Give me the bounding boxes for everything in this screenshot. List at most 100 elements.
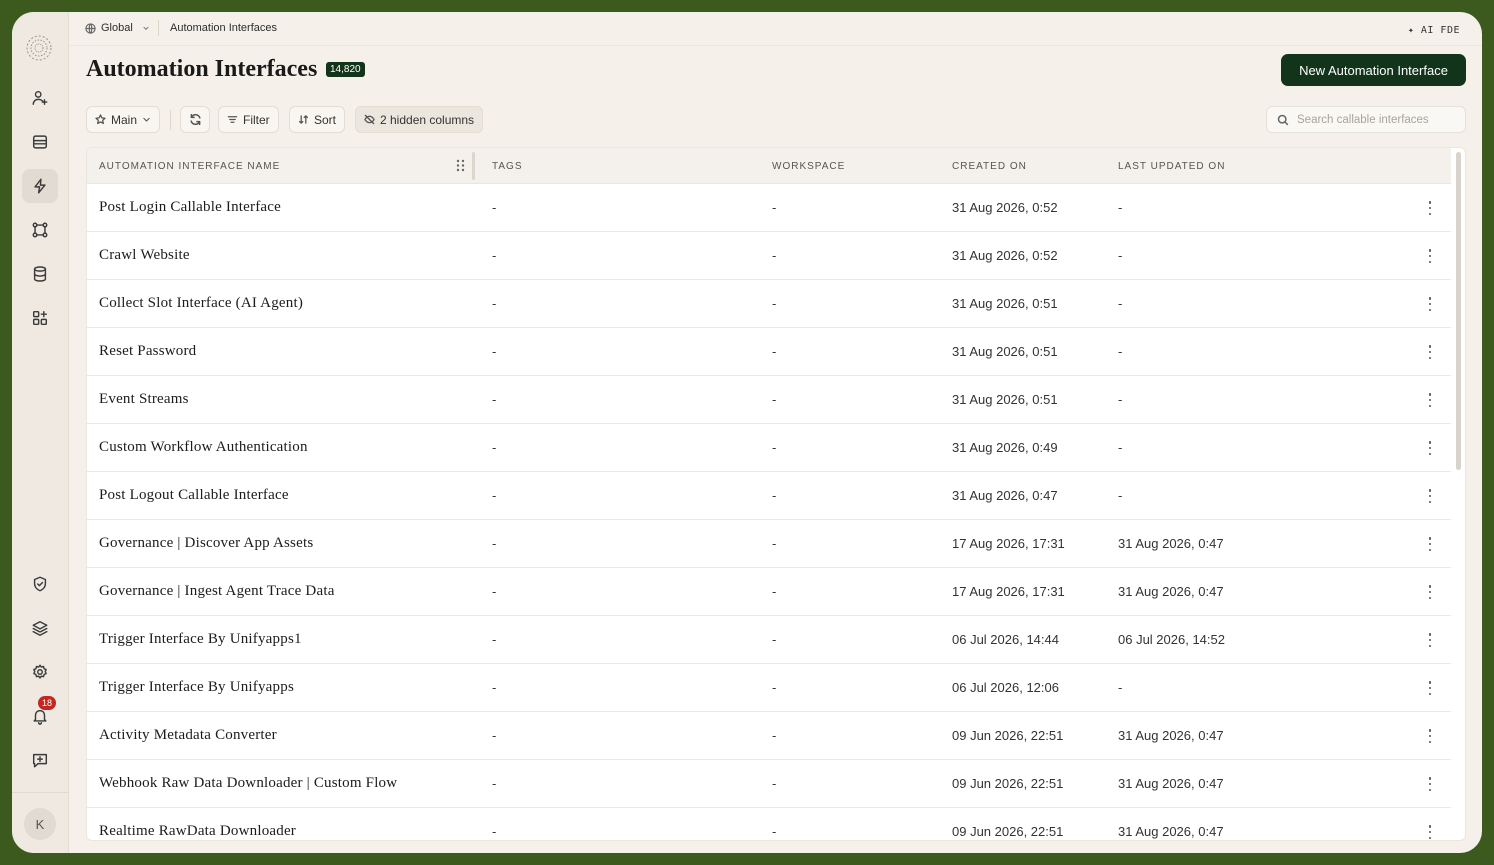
more-options-icon[interactable] — [1423, 681, 1437, 695]
feedback-icon — [32, 753, 48, 768]
row-created-on: 31 Aug 2026, 0:51 — [952, 392, 1058, 407]
avatar[interactable]: K — [24, 808, 56, 840]
scope-selector[interactable]: Global — [85, 22, 150, 34]
refresh-button[interactable] — [180, 106, 210, 133]
row-name[interactable]: Trigger Interface By Unifyapps1 — [99, 631, 302, 648]
layers-icon — [32, 620, 48, 636]
row-tags: - — [492, 632, 497, 647]
column-resize-handle[interactable] — [472, 152, 475, 180]
table-row[interactable]: Activity Metadata Converter - - 09 Jun 2026… — [87, 712, 1451, 760]
table-scrollbar[interactable] — [1456, 152, 1461, 470]
table-row[interactable]: Event Streams - - 31 Aug 2026, 0:51 - — [87, 376, 1451, 424]
row-workspace: - — [772, 632, 777, 647]
table-row[interactable]: Governance | Discover App Assets - - 17 Aug… — [87, 520, 1451, 568]
more-options-icon[interactable] — [1423, 633, 1437, 647]
more-options-icon[interactable] — [1423, 537, 1437, 551]
table-row[interactable]: Realtime RawData Downloader - - 09 Jun 2026… — [87, 808, 1451, 840]
row-name[interactable]: Post Login Callable Interface — [99, 199, 281, 216]
more-options-icon[interactable] — [1423, 201, 1437, 215]
sidebar-item-data[interactable] — [22, 257, 58, 291]
new-automation-interface-button[interactable]: New Automation Interface — [1281, 54, 1466, 86]
column-header-tags[interactable]: TAGS — [492, 161, 522, 172]
column-header-name[interactable]: AUTOMATION INTERFACE NAME — [99, 161, 280, 172]
row-tags: - — [492, 584, 497, 599]
table-body: Post Login Callable Interface - - 31 Aug 20… — [87, 184, 1451, 840]
eye-off-icon — [364, 114, 375, 125]
search-field[interactable] — [1266, 106, 1466, 133]
row-name[interactable]: Reset Password — [99, 343, 196, 360]
row-name[interactable]: Activity Metadata Converter — [99, 727, 277, 744]
column-header-last-updated-on[interactable]: LAST UPDATED ON — [1118, 161, 1225, 172]
row-name[interactable]: Webhook Raw Data Downloader | Custom Flo… — [99, 775, 397, 792]
table-row[interactable]: Post Logout Callable Interface - - 31 Aug 2… — [87, 472, 1451, 520]
hidden-columns-button[interactable]: 2 hidden columns — [355, 106, 484, 133]
row-name[interactable]: Post Logout Callable Interface — [99, 487, 289, 504]
sidebar-item-settings[interactable] — [22, 655, 58, 689]
more-options-icon[interactable] — [1423, 249, 1437, 263]
scope-label: Global — [101, 22, 133, 34]
row-workspace: - — [772, 584, 777, 599]
more-options-icon[interactable] — [1423, 777, 1437, 791]
more-options-icon[interactable] — [1423, 345, 1437, 359]
logo-icon[interactable] — [23, 32, 55, 64]
row-tags: - — [492, 536, 497, 551]
table-row[interactable]: Governance | Ingest Agent Trace Data - - 17… — [87, 568, 1451, 616]
table-row[interactable]: Crawl Website - - 31 Aug 2026, 0:52 - — [87, 232, 1451, 280]
sidebar-item-apps[interactable] — [22, 301, 58, 335]
sidebar-item-inbox[interactable] — [22, 125, 58, 159]
count-badge: 14,820 — [326, 62, 365, 77]
more-options-icon[interactable] — [1423, 441, 1437, 455]
row-name[interactable]: Realtime RawData Downloader — [99, 823, 296, 840]
row-created-on: 31 Aug 2026, 0:51 — [952, 296, 1058, 311]
row-name[interactable]: Custom Workflow Authentication — [99, 439, 308, 456]
row-tags: - — [492, 296, 497, 311]
table-row[interactable]: Webhook Raw Data Downloader | Custom Flo… — [87, 760, 1451, 808]
table-row[interactable]: Collect Slot Interface (AI Agent) - - 31 Au… — [87, 280, 1451, 328]
row-name[interactable]: Governance | Ingest Agent Trace Data — [99, 583, 335, 600]
table-row[interactable]: Trigger Interface By Unifyapps1 - - 06 Jul … — [87, 616, 1451, 664]
column-header-created-on[interactable]: CREATED ON — [952, 161, 1027, 172]
more-options-icon[interactable] — [1423, 393, 1437, 407]
row-last-updated-on: - — [1118, 344, 1123, 359]
filter-label: Filter — [243, 112, 270, 127]
row-name[interactable]: Trigger Interface By Unifyapps — [99, 679, 294, 696]
table-row[interactable]: Reset Password - - 31 Aug 2026, 0:51 - — [87, 328, 1451, 376]
more-options-icon[interactable] — [1423, 297, 1437, 311]
more-options-icon[interactable] — [1423, 489, 1437, 503]
view-selector[interactable]: Main — [86, 106, 161, 133]
sidebar-item-automation[interactable] — [22, 169, 58, 203]
table-row[interactable]: Post Login Callable Interface - - 31 Aug 20… — [87, 184, 1451, 232]
row-name[interactable]: Collect Slot Interface (AI Agent) — [99, 295, 303, 312]
more-options-icon[interactable] — [1423, 585, 1437, 599]
drag-handle-icon[interactable] — [456, 159, 465, 172]
ai-fde-button[interactable]: ✦ AI FDE — [1408, 25, 1460, 36]
gear-icon — [33, 664, 47, 679]
row-name[interactable]: Governance | Discover App Assets — [99, 535, 313, 552]
filter-button[interactable]: Filter — [218, 106, 279, 133]
more-options-icon[interactable] — [1423, 825, 1437, 839]
row-workspace: - — [772, 728, 777, 743]
topbar: Global Automation Interfaces ✦ AI FDE — [69, 12, 1482, 46]
table-row[interactable]: Trigger Interface By Unifyapps - - 06 Jul 2… — [87, 664, 1451, 712]
table-row[interactable]: Custom Workflow Authentication - - 31 Aug 2… — [87, 424, 1451, 472]
row-tags: - — [492, 680, 497, 695]
row-name[interactable]: Crawl Website — [99, 247, 190, 264]
row-name[interactable]: Event Streams — [99, 391, 189, 408]
chevron-down-icon — [143, 26, 149, 30]
search-icon — [1277, 114, 1289, 125]
sidebar-item-feedback[interactable] — [22, 743, 58, 777]
app-window: 18 K Global Automation Interfaces ✦ AI F… — [12, 12, 1482, 853]
sidebar-item-security[interactable] — [22, 567, 58, 601]
sidebar-item-workflows[interactable] — [22, 213, 58, 247]
row-created-on: 31 Aug 2026, 0:52 — [952, 248, 1058, 263]
column-header-workspace[interactable]: WORKSPACE — [772, 161, 845, 172]
sort-icon — [299, 115, 308, 124]
row-created-on: 31 Aug 2026, 0:51 — [952, 344, 1058, 359]
row-last-updated-on: - — [1118, 392, 1123, 407]
notification-count-badge: 18 — [38, 696, 56, 710]
more-options-icon[interactable] — [1423, 729, 1437, 743]
sidebar-item-users[interactable] — [22, 81, 58, 115]
sidebar-item-layers[interactable] — [22, 611, 58, 645]
sort-button[interactable]: Sort — [289, 106, 346, 133]
search-input[interactable] — [1297, 113, 1457, 126]
